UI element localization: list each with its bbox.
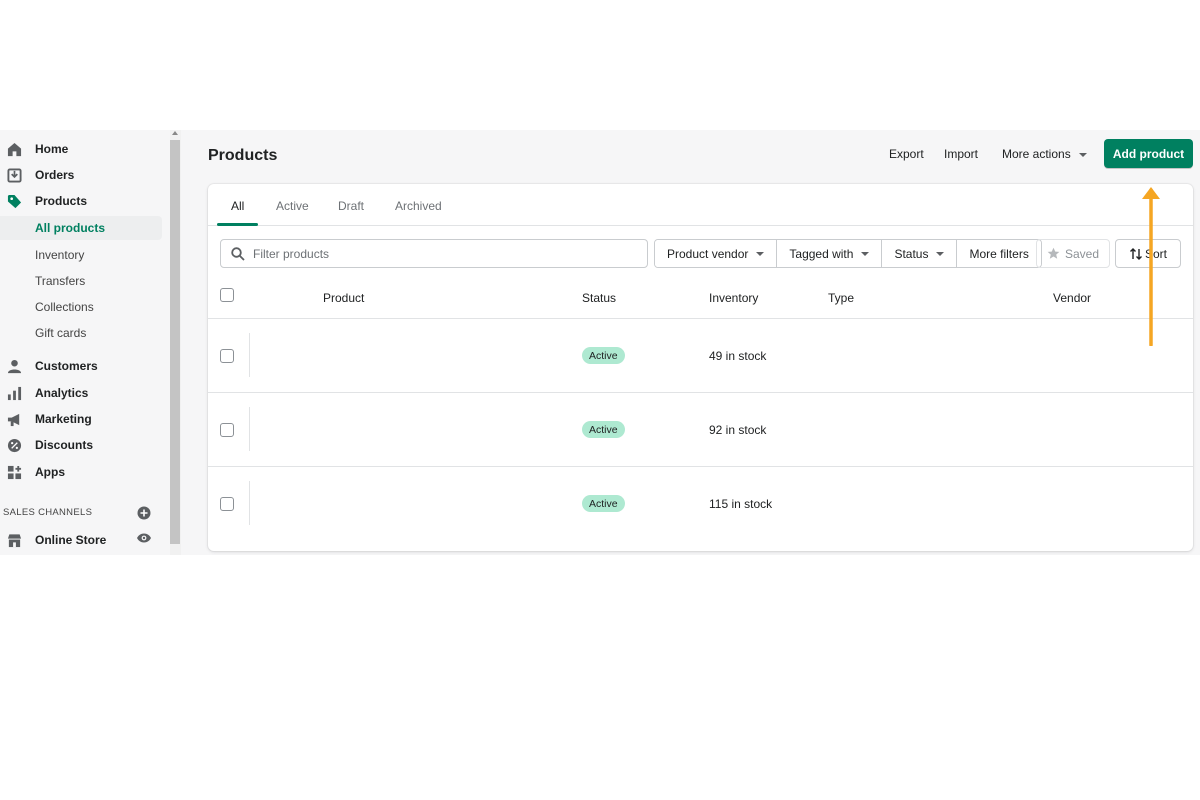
inventory-value: 92 in stock (709, 423, 767, 437)
sidebar-item-transfers[interactable]: Transfers (0, 269, 162, 293)
column-header-type[interactable]: Type (828, 291, 854, 305)
saved-label: Saved (1064, 246, 1100, 261)
tagged-with-label: Tagged with (789, 246, 854, 261)
sidebar-item-label: All products (35, 221, 106, 235)
sidebar-item-home[interactable]: Home (0, 137, 162, 161)
sidebar-item-all-products[interactable]: All products (0, 216, 162, 240)
sidebar-item-label: Orders (35, 168, 75, 182)
sidebar-item-label: Collections (35, 300, 94, 314)
status-badge: Active (582, 495, 625, 512)
row-checkbox[interactable] (220, 349, 234, 363)
column-header-vendor[interactable]: Vendor (1053, 291, 1091, 305)
sidebar-item-label: Inventory (35, 248, 85, 262)
chevron-down-icon (756, 251, 765, 256)
product-thumbnail (249, 407, 250, 451)
table-row[interactable]: Active 92 in stock (208, 392, 1193, 466)
filter-products-field[interactable] (220, 239, 648, 268)
sidebar-item-orders[interactable]: Orders (0, 163, 162, 187)
sidebar-item-label: Gift cards (35, 326, 87, 340)
status-badge: Active (582, 421, 625, 438)
tab-draft[interactable]: Draft (338, 199, 364, 213)
app-screenshot: Home Orders Products All products Invent… (0, 130, 1200, 555)
export-button[interactable]: Export (889, 147, 924, 161)
column-header-inventory[interactable]: Inventory (709, 291, 758, 305)
page-title: Products (208, 147, 278, 164)
chevron-down-icon (936, 251, 945, 256)
more-filters-label: More filters (969, 246, 1029, 261)
tab-bar: All Active Draft Archived (208, 184, 1193, 226)
sidebar-item-customers[interactable]: Customers (0, 354, 162, 378)
filter-button-group: Product vendor Tagged with Status More f… (654, 239, 1042, 268)
tab-archived[interactable]: Archived (395, 199, 442, 213)
apps-icon (6, 464, 22, 480)
product-vendor-label: Product vendor (667, 246, 749, 261)
add-sales-channel-icon[interactable] (137, 506, 151, 520)
status-badge: Active (582, 347, 625, 364)
more-actions-label: More actions (1002, 147, 1071, 161)
sidebar-item-label: Products (35, 194, 88, 208)
tab-active[interactable]: Active (276, 199, 309, 213)
tab-all[interactable]: All (231, 199, 244, 213)
sidebar-item-marketing[interactable]: Marketing (0, 407, 162, 431)
sidebar-item-analytics[interactable]: Analytics (0, 381, 162, 405)
sidebar-item-label: Marketing (35, 412, 92, 426)
sidebar-item-label: Customers (35, 359, 98, 373)
home-icon (6, 141, 22, 157)
product-vendor-filter[interactable]: Product vendor (655, 240, 778, 267)
sidebar: Home Orders Products All products Invent… (0, 130, 168, 555)
product-thumbnail (249, 333, 250, 377)
column-header-product[interactable]: Product (323, 291, 364, 305)
select-all-checkbox[interactable] (220, 288, 234, 302)
search-input[interactable] (253, 245, 633, 263)
inventory-value: 115 in stock (709, 497, 773, 511)
sidebar-item-label: Apps (35, 465, 65, 479)
more-filters-button[interactable]: More filters (957, 240, 1041, 267)
search-icon (231, 247, 245, 261)
sidebar-item-label: Home (35, 142, 69, 156)
person-icon (6, 358, 22, 374)
sidebar-item-gift-cards[interactable]: Gift cards (0, 321, 162, 345)
sidebar-item-apps[interactable]: Apps (0, 460, 162, 484)
sidebar-item-collections[interactable]: Collections (0, 295, 162, 319)
sidebar-item-label: Online Store (35, 533, 107, 547)
row-checkbox[interactable] (220, 497, 234, 511)
orders-icon (6, 167, 22, 183)
chevron-down-icon (861, 251, 870, 256)
active-tab-indicator (217, 223, 258, 226)
product-thumbnail (249, 481, 250, 525)
eye-icon[interactable] (136, 532, 152, 544)
table-row[interactable]: Active 115 in stock (208, 466, 1193, 540)
megaphone-icon (6, 411, 22, 427)
sales-channels-heading: SALES CHANNELS (3, 507, 93, 518)
bar-chart-icon (6, 385, 22, 401)
status-filter-label: Status (894, 246, 929, 261)
import-button[interactable]: Import (944, 147, 978, 161)
table-row[interactable]: Active 49 in stock (208, 318, 1193, 392)
sidebar-item-label: Analytics (35, 386, 89, 400)
more-actions-button[interactable]: More actions (1002, 147, 1087, 161)
add-product-button[interactable]: Add product (1104, 139, 1193, 168)
sidebar-item-products[interactable]: Products (0, 189, 162, 213)
scroll-up-arrow-icon[interactable] (172, 131, 178, 135)
row-checkbox[interactable] (220, 423, 234, 437)
chevron-down-icon (1078, 152, 1087, 157)
inventory-value: 49 in stock (709, 349, 767, 363)
store-icon (6, 532, 22, 548)
sidebar-item-label: Transfers (35, 274, 86, 288)
sidebar-scrollbar-thumb[interactable] (170, 140, 180, 544)
annotation-arrow-icon (1142, 187, 1160, 346)
saved-button[interactable]: Saved (1036, 239, 1110, 268)
sidebar-item-inventory[interactable]: Inventory (0, 243, 162, 267)
status-filter[interactable]: Status (882, 240, 958, 267)
sidebar-item-discounts[interactable]: Discounts (0, 433, 162, 457)
tag-icon (6, 193, 22, 209)
products-card: All Active Draft Archived Product vendor… (208, 184, 1193, 551)
star-icon (1047, 247, 1060, 260)
tagged-with-filter[interactable]: Tagged with (777, 240, 883, 267)
sidebar-item-label: Discounts (35, 438, 94, 452)
column-header-status[interactable]: Status (582, 291, 616, 305)
discount-icon (6, 437, 22, 453)
